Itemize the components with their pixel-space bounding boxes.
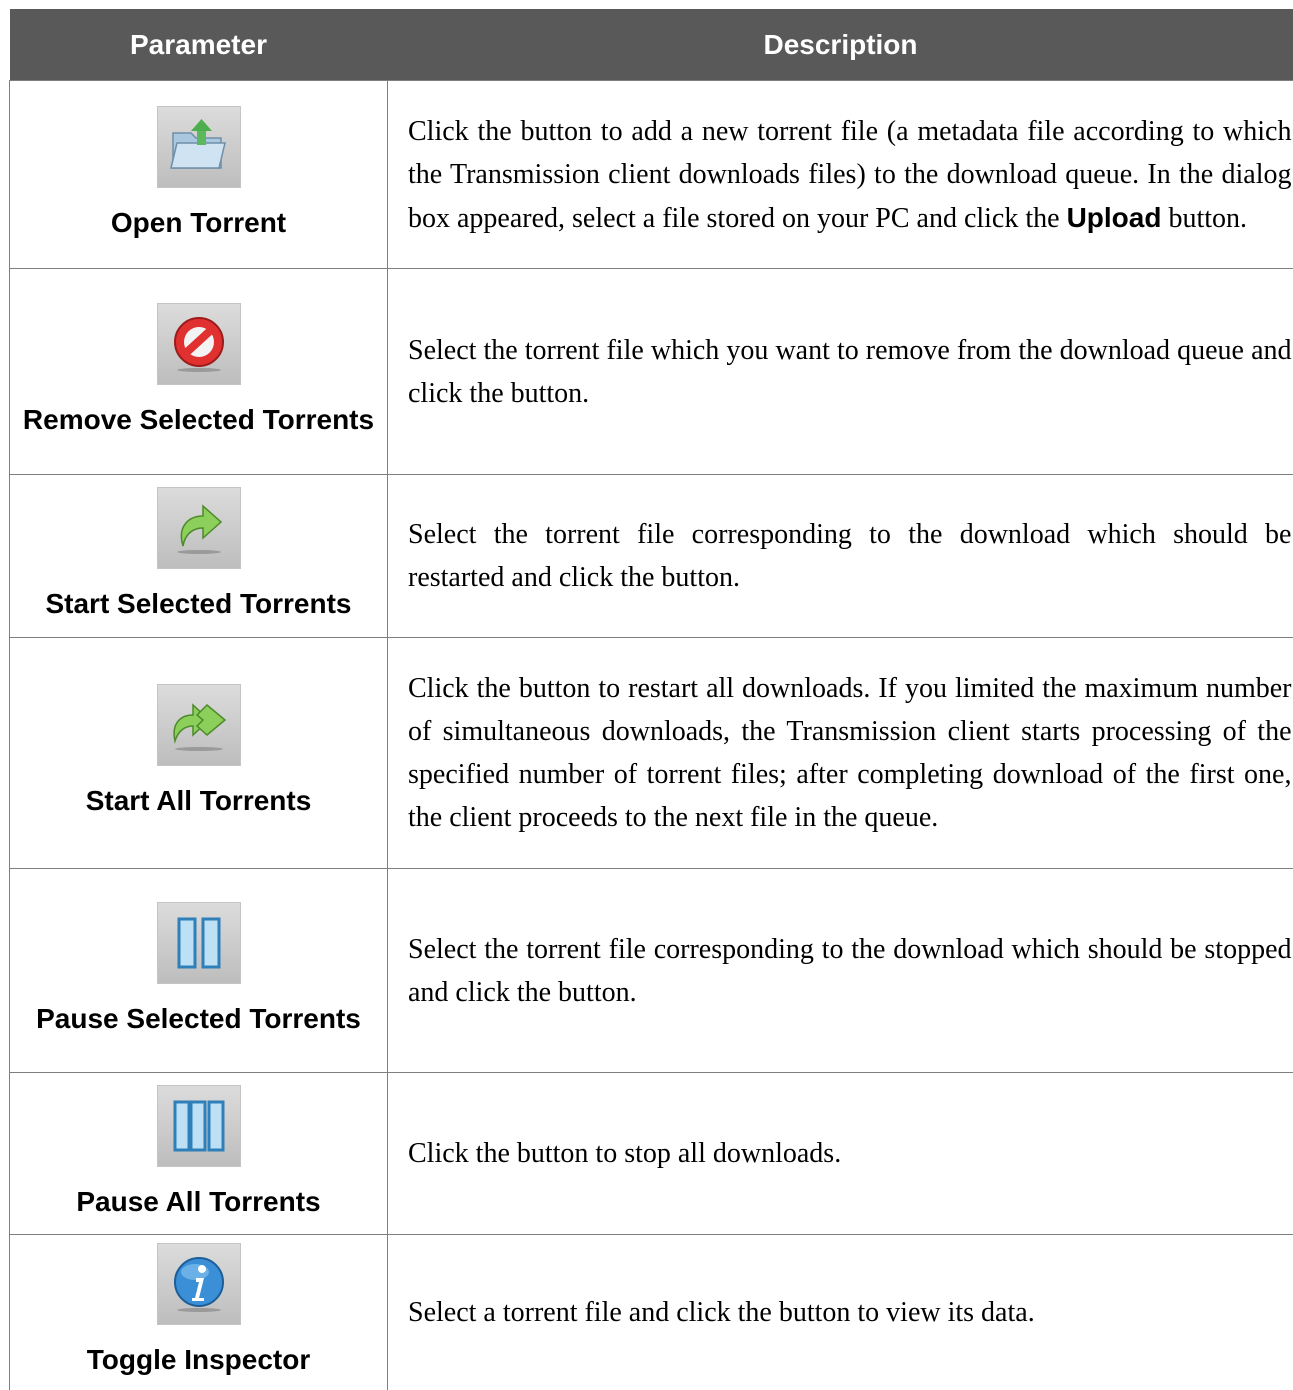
open-folder-upload-icon (157, 106, 241, 188)
parameter-label: Open Torrent (10, 202, 387, 244)
description-cell: Click the button to stop all downloads. (388, 1073, 1293, 1235)
parameter-cell: Start Selected Torrents (10, 475, 388, 638)
table-row: Pause All Torrents Click the button to s… (10, 1073, 1293, 1235)
description-text: Select the torrent file corresponding to… (408, 934, 1292, 1008)
description-text: Select the torrent file corresponding to… (408, 519, 1292, 593)
description-cell: Select a torrent file and click the butt… (388, 1235, 1293, 1390)
remove-prohibited-icon (157, 303, 241, 385)
header-description: Description (388, 9, 1293, 81)
table-row: Start All Torrents Click the button to r… (10, 638, 1293, 869)
table-row: Pause Selected Torrents Select the torre… (10, 869, 1293, 1073)
description-text: Click the button to restart all download… (408, 673, 1292, 833)
description-text-end: button. (1161, 203, 1247, 234)
parameter-cell: Start All Torrents (10, 638, 388, 869)
parameter-cell: Open Torrent (10, 81, 388, 269)
description-cell: Click the button to add a new torrent fi… (388, 81, 1293, 269)
description-cell: Select the torrent file corresponding to… (388, 475, 1293, 638)
parameter-cell: Pause All Torrents (10, 1073, 388, 1235)
start-all-arrows-icon (157, 684, 241, 766)
parameter-label: Toggle Inspector (10, 1339, 387, 1381)
parameter-label: Start All Torrents (10, 780, 387, 822)
parameter-cell: Remove Selected Torrents (10, 269, 388, 475)
parameter-label: Remove Selected Torrents (10, 399, 387, 441)
parameter-label: Pause All Torrents (10, 1181, 387, 1223)
description-text: Select the torrent file which you want t… (408, 335, 1292, 409)
parameter-description-table: Parameter Description Open Torrent Click… (9, 9, 1293, 1390)
parameter-label: Pause Selected Torrents (10, 998, 387, 1040)
table-row: Start Selected Torrents Select the torre… (10, 475, 1293, 638)
parameter-cell: Toggle Inspector (10, 1235, 388, 1390)
pause-all-icon (157, 1085, 241, 1167)
table-row: Open Torrent Click the button to add a n… (10, 81, 1293, 269)
parameter-cell: Pause Selected Torrents (10, 869, 388, 1073)
header-parameter: Parameter (10, 9, 388, 81)
parameter-label: Start Selected Torrents (10, 583, 387, 625)
description-cell: Select the torrent file corresponding to… (388, 869, 1293, 1073)
description-text: Click the button to stop all downloads. (408, 1138, 841, 1169)
description-cell: Click the button to restart all download… (388, 638, 1293, 869)
table-header-row: Parameter Description (10, 9, 1293, 81)
upload-emphasis: Upload (1067, 202, 1162, 233)
table-row: Remove Selected Torrents Select the torr… (10, 269, 1293, 475)
table-row: Toggle Inspector Select a torrent file a… (10, 1235, 1293, 1390)
description-text: Select a torrent file and click the butt… (408, 1297, 1035, 1328)
start-arrow-icon (157, 487, 241, 569)
pause-icon (157, 902, 241, 984)
description-cell: Select the torrent file which you want t… (388, 269, 1293, 475)
info-icon (157, 1243, 241, 1325)
